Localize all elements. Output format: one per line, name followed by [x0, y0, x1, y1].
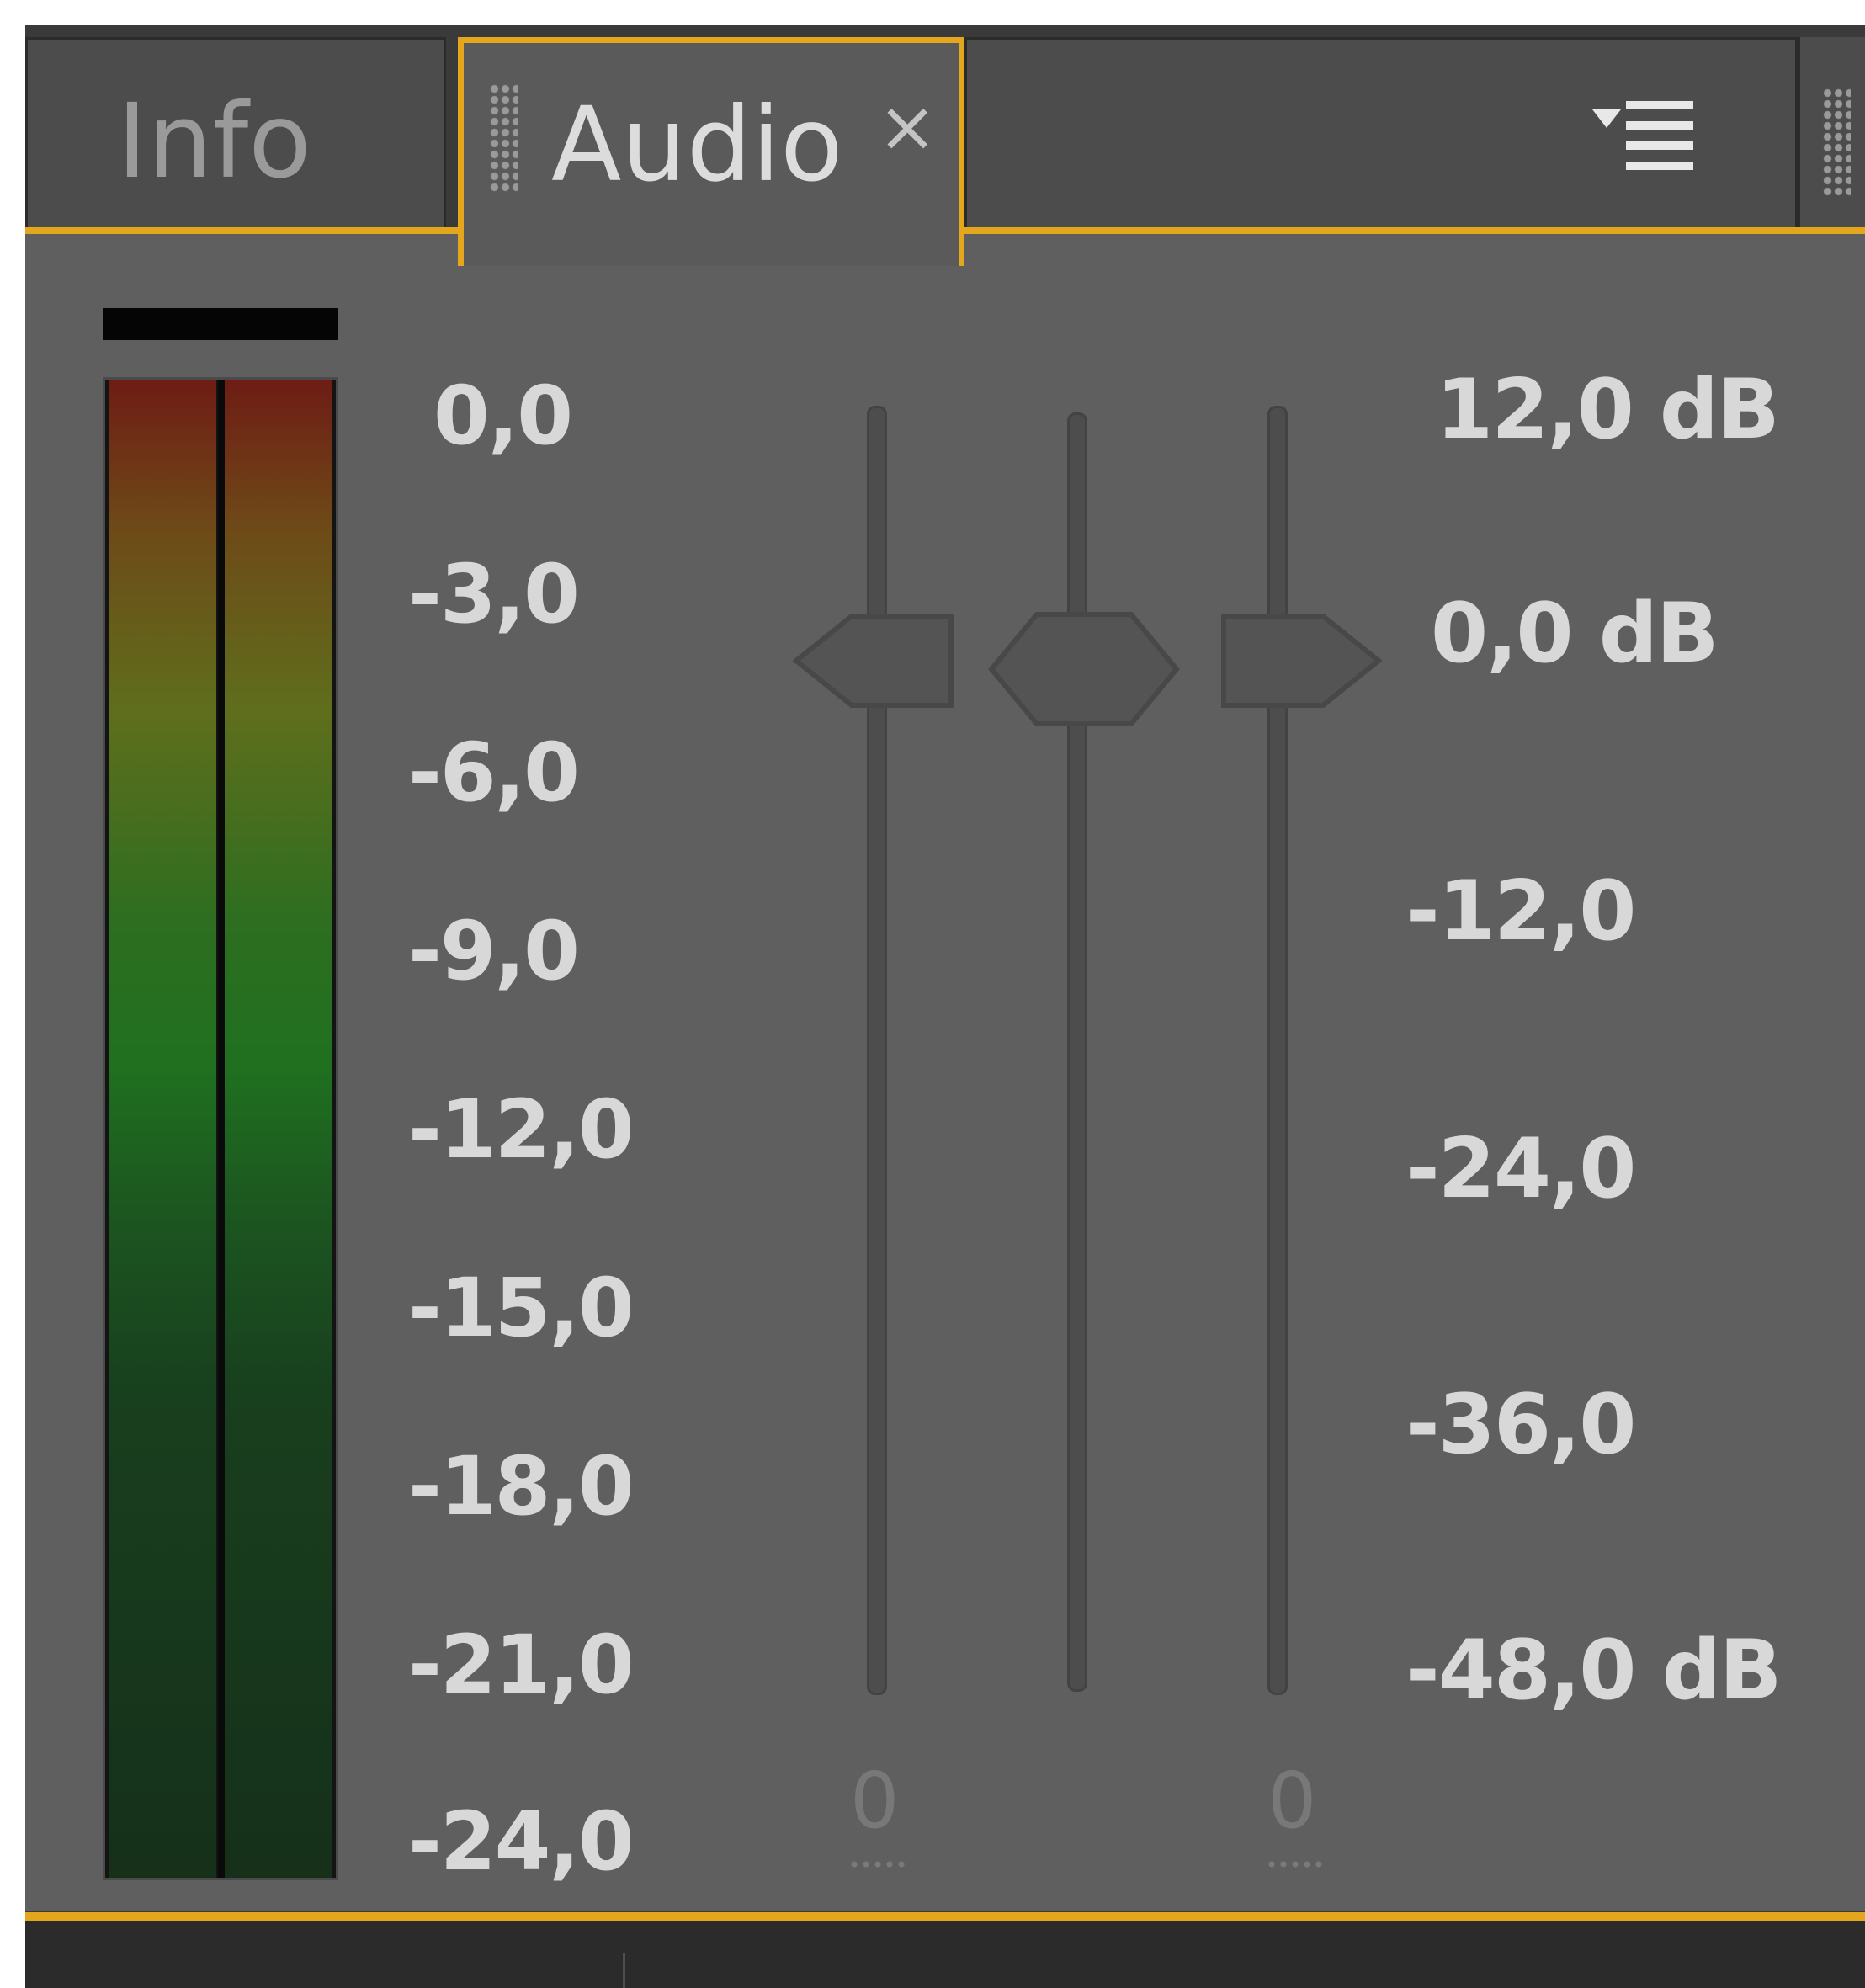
volume-fader-slider[interactable]	[986, 606, 1182, 732]
fader-scale-label: -48,0 dB	[1405, 1623, 1782, 1719]
tab-info-label: Info	[117, 82, 311, 201]
meter-scale-label: -18,0	[408, 1439, 635, 1534]
meter-fill-right	[225, 380, 332, 1878]
next-panel-strip	[25, 1921, 1865, 1988]
meter-scale-label: -3,0	[408, 547, 580, 641]
panel-bottom-border	[25, 1912, 1865, 1921]
fader-scale-label: -24,0	[1405, 1121, 1636, 1217]
next-panel-divider	[623, 1953, 625, 1988]
meter-scale-label: -15,0	[408, 1261, 635, 1355]
right-balance-track[interactable]	[1267, 406, 1288, 1695]
left-balance-value[interactable]: 0	[850, 1762, 900, 1840]
meter-scale-label: -24,0	[408, 1794, 635, 1889]
tab-info[interactable]: Info	[25, 37, 446, 236]
meter-scale-label: -12,0	[408, 1082, 635, 1177]
meter-scale-label: 0,0	[433, 369, 573, 463]
level-meter	[103, 377, 338, 1880]
meter-separator	[218, 380, 225, 1878]
fader-scale-label: -12,0	[1405, 864, 1636, 959]
clip-indicator[interactable]	[103, 308, 338, 340]
right-balance-slider[interactable]	[1217, 606, 1382, 715]
panel-menu-icon[interactable]	[1592, 94, 1693, 187]
fader-scale-label: -36,0	[1405, 1377, 1636, 1473]
close-icon[interactable]: ×	[878, 91, 937, 162]
meter-scale-label: -9,0	[408, 904, 580, 998]
tab-audio-label: Audio	[551, 85, 843, 205]
meter-scale-label: -6,0	[408, 726, 580, 820]
meter-scale-label: -21,0	[408, 1618, 635, 1712]
meter-channel-right	[225, 380, 332, 1878]
fader-scale-label: 12,0 dB	[1436, 362, 1780, 458]
grip-icon[interactable]	[1822, 88, 1851, 197]
tab-audio[interactable]: Audio ×	[458, 37, 964, 266]
right-balance-value[interactable]: 0	[1267, 1762, 1317, 1840]
tab-next-partial[interactable]	[1798, 37, 1865, 239]
right-balance-value-underline	[1266, 1860, 1325, 1868]
left-balance-track[interactable]	[867, 406, 887, 1695]
meter-channel-left	[109, 380, 216, 1878]
audio-panel: Info Audio × 0,0 -3,0 -6,0 -9,0 -12,0 -1…	[25, 25, 1865, 1988]
meter-fill-left	[109, 380, 216, 1878]
left-balance-slider[interactable]	[793, 606, 958, 715]
fader-scale-label: 0,0 dB	[1431, 586, 1719, 682]
volume-fader-track[interactable]	[1067, 412, 1087, 1692]
grip-icon[interactable]	[489, 83, 518, 193]
left-balance-value-underline	[848, 1860, 907, 1868]
